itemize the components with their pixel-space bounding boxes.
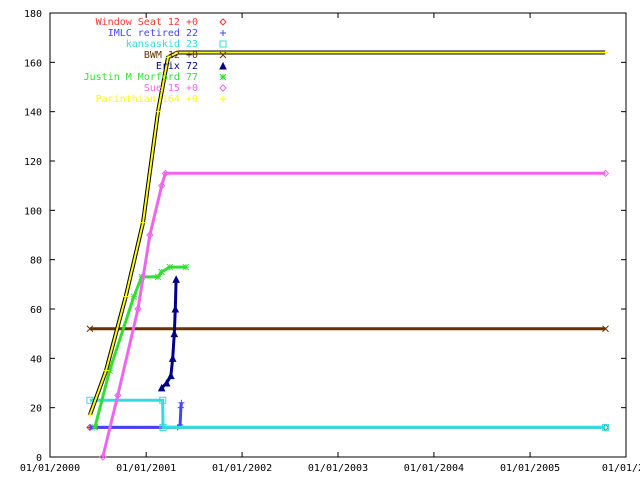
legend-label: Sue 15 +0 xyxy=(144,83,198,94)
series-point xyxy=(166,263,174,271)
series-point xyxy=(91,424,99,431)
legend-label: BWM 12 +0 xyxy=(144,50,198,61)
x-tick-label: 01/01/2004 xyxy=(404,463,464,474)
y-tick-label: 20 xyxy=(30,404,42,415)
legend-label: Parinthian 164 +0 xyxy=(96,94,198,105)
y-tick-label: 60 xyxy=(30,305,42,316)
y-tick-label: 40 xyxy=(30,354,42,365)
y-tick-label: 0 xyxy=(36,453,42,464)
legend-marker xyxy=(219,73,227,81)
legend-label: Justin M Morford 77 xyxy=(84,72,198,83)
series-point xyxy=(158,268,166,276)
x-tick-label: 01/01/2005 xyxy=(500,463,560,474)
y-tick-label: 180 xyxy=(24,9,42,20)
x-tick-label: 01/01/2002 xyxy=(212,463,272,474)
x-tick-label: 01/01/2001 xyxy=(116,463,176,474)
x-tick-label: 01/01/2003 xyxy=(308,463,368,474)
x-tick-label: 01/01/2000 xyxy=(20,463,80,474)
chart: 01/01/2000 01/01/2001 01/01/2002 01/01/2003… xyxy=(0,0,640,480)
legend-label: IMLC retired 22 xyxy=(108,28,198,39)
legend-label: kansaskid 23 xyxy=(126,39,198,50)
series-point xyxy=(130,293,138,301)
legend-label: Erix 72 xyxy=(156,61,198,72)
y-tick-label: 100 xyxy=(24,206,42,217)
series-point xyxy=(154,273,162,281)
series-point xyxy=(182,263,190,271)
y-tick-label: 140 xyxy=(24,108,42,119)
y-tick-label: 160 xyxy=(24,58,42,69)
legend-label: Window Seat 12 +0 xyxy=(96,17,198,28)
y-tick-label: 120 xyxy=(24,157,42,168)
y-tick-label: 80 xyxy=(30,256,42,267)
x-tick-label: 01/01/20 xyxy=(602,463,640,474)
